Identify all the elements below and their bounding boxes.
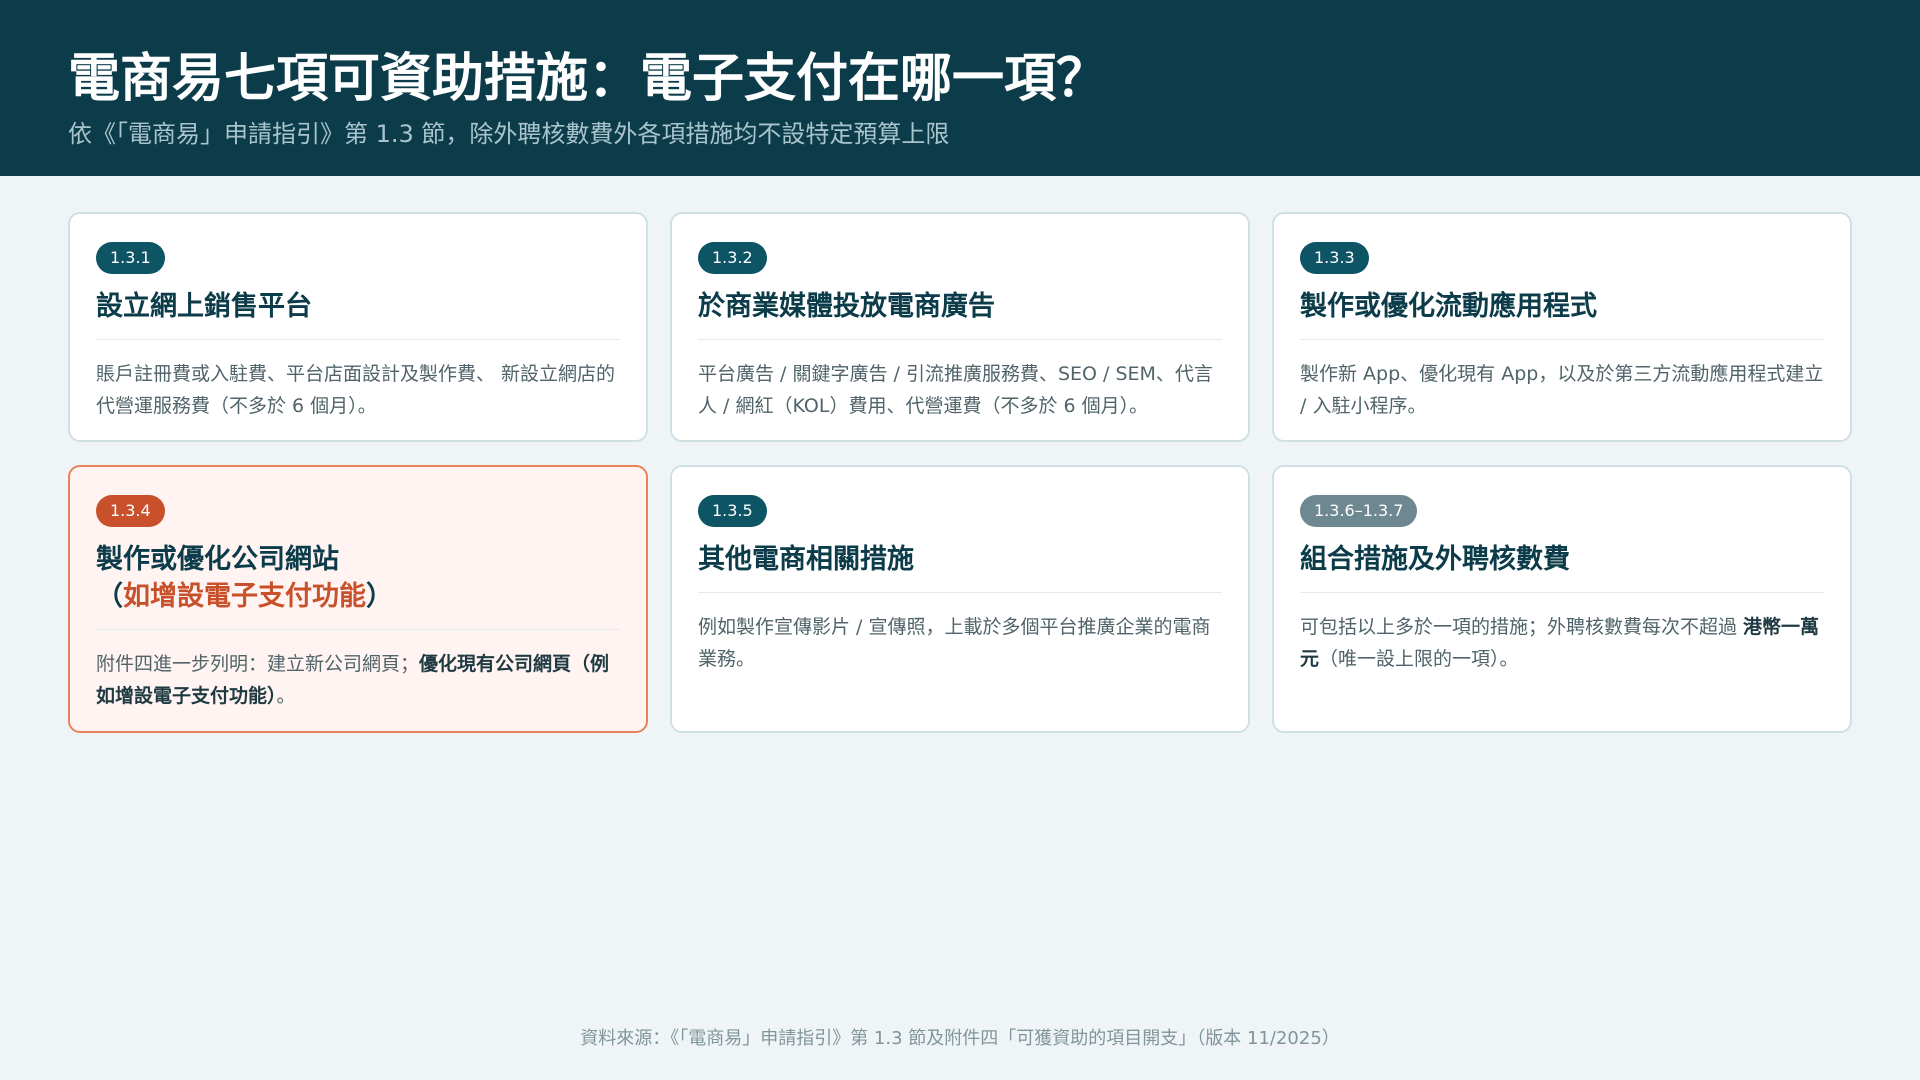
card-body-text-end: 。	[276, 685, 296, 707]
measure-card-1-3-3: 1.3.3 製作或優化流動應用程式 製作新 App、優化現有 App，以及於第三…	[1272, 212, 1852, 442]
section-badge: 1.3.5	[698, 495, 767, 527]
page-title: 電商易七項可資助措施：電子支付在哪一項？	[68, 49, 1109, 109]
page-subtitle: 依《「電商易」申請指引》第 1.3 節，除外聘核數費外各項措施均不設特定預算上限	[68, 120, 950, 148]
measure-card-1-3-4: 1.3.4 製作或優化公司網站 （如增設電子支付功能） 附件四進一步列明：建立新…	[68, 465, 648, 733]
card-body: 賬戶註冊費或入駐費、平台店面設計及製作費、 新設立網店的代營運服務費（不多於 6…	[96, 363, 616, 417]
card-body-text: 附件四進一步列明：建立新公司網頁；	[96, 653, 420, 675]
card-body: 平台廣告 / 關鍵字廣告 / 引流推廣服務費、SEO / SEM、代言人 / 網…	[698, 363, 1213, 417]
measure-card-1-3-2: 1.3.2 於商業媒體投放電商廣告 平台廣告 / 關鍵字廣告 / 引流推廣服務費…	[670, 212, 1250, 442]
card-title: 於商業媒體投放電商廣告	[698, 291, 995, 322]
card-divider	[698, 339, 1222, 340]
card-divider	[698, 592, 1222, 593]
card-title: 製作或優化公司網站 （如增設電子支付功能）	[96, 541, 620, 615]
card-title: 其他電商相關措施	[698, 544, 914, 575]
card-divider	[96, 339, 620, 340]
card-body-text: 可包括以上多於一項的措施；外聘核數費每次不超過	[1300, 616, 1744, 638]
source-footnote: 資料來源：《「電商易」申請指引》第 1.3 節及附件四「可獲資助的項目開支」（版…	[580, 1028, 1340, 1049]
card-body: 例如製作宣傳影片 / 宣傳照，上載於多個平台推廣企業的電商業務。	[698, 616, 1211, 670]
card-title-paren-open: （	[96, 581, 123, 612]
card-title: 組合措施及外聘核數費	[1300, 544, 1570, 575]
card-title: 製作或優化流動應用程式	[1300, 291, 1597, 322]
card-divider	[1300, 339, 1824, 340]
measure-card-1-3-6-7: 1.3.6–1.3.7 組合措施及外聘核數費 可包括以上多於一項的措施；外聘核數…	[1272, 465, 1852, 733]
section-badge: 1.3.6–1.3.7	[1300, 495, 1418, 527]
card-title-accent: 如增設電子支付功能	[123, 581, 366, 612]
card-divider	[1300, 592, 1824, 593]
header-banner: 電商易七項可資助措施：電子支付在哪一項？ 依《「電商易」申請指引》第 1.3 節…	[0, 0, 1920, 176]
section-badge: 1.3.1	[96, 242, 165, 274]
card-body: 製作新 App、優化現有 App，以及於第三方流動應用程式建立 / 入駐小程序。	[1300, 363, 1824, 417]
card-body: 可包括以上多於一項的措施；外聘核數費每次不超過 港幣一萬元（唯一設上限的一項）。	[1300, 611, 1824, 675]
measure-card-1-3-1: 1.3.1 設立網上銷售平台 賬戶註冊費或入駐費、平台店面設計及製作費、 新設立…	[68, 212, 648, 442]
section-badge: 1.3.3	[1300, 242, 1369, 274]
card-title-line1: 製作或優化公司網站	[96, 544, 339, 575]
section-badge: 1.3.2	[698, 242, 767, 274]
card-title-paren-close: ）	[366, 581, 393, 612]
card-divider	[96, 629, 620, 630]
measure-card-1-3-5: 1.3.5 其他電商相關措施 例如製作宣傳影片 / 宣傳照，上載於多個平台推廣企…	[670, 465, 1250, 733]
card-title: 設立網上銷售平台	[96, 291, 312, 322]
card-body: 附件四進一步列明：建立新公司網頁；優化現有公司網頁（例如增設電子支付功能）。	[96, 648, 620, 712]
section-badge: 1.3.4	[96, 495, 165, 527]
card-body-text-end: （唯一設上限的一項）。	[1319, 648, 1519, 670]
